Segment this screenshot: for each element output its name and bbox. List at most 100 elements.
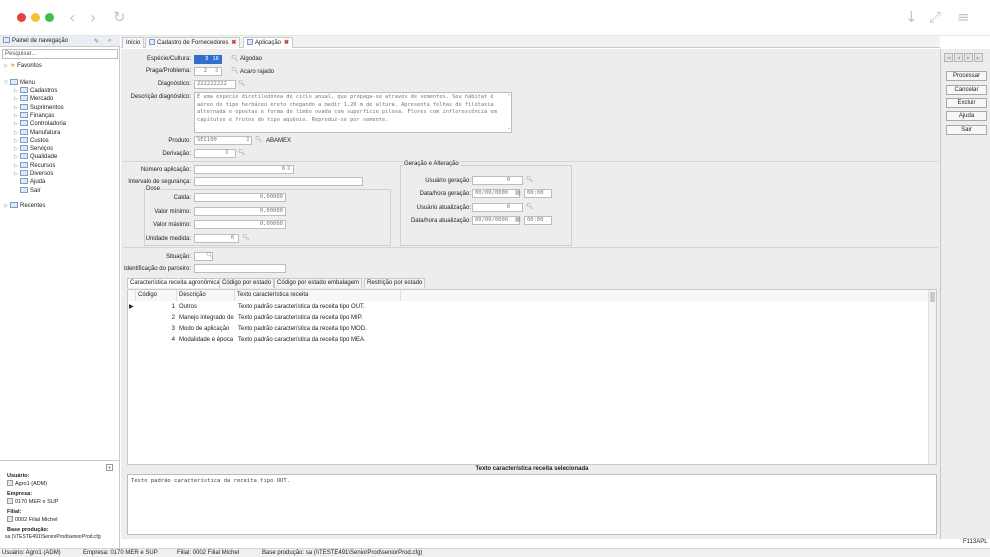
usuario-geracao-input[interactable]: 0 [472,176,523,185]
search-icon[interactable]: 🔍︎ [526,176,534,183]
close-tab-icon[interactable]: ✖ [284,40,289,46]
grid-scrollbar[interactable] [928,290,936,464]
subtab-restricao-estado[interactable]: Restrição por estado [364,278,426,288]
search-icon[interactable]: 🔍︎ [526,203,534,210]
sidebar-item-recursos[interactable]: ▷ Recursos [14,161,55,170]
column-header-descricao[interactable]: Descrição [177,290,235,301]
ajuda-button[interactable]: Ajuda [946,111,987,121]
subtab-codigo-estado-embalagem[interactable]: Código por estado embalagem [274,278,363,288]
cell-texto: Texto padrão característica da receita t… [238,337,366,343]
hamburger-menu-icon[interactable]: ≡ [957,8,970,26]
last-record-icon[interactable]: ▶| [974,53,983,62]
forward-icon[interactable]: › [90,8,96,27]
processar-button[interactable]: Processar [946,71,987,81]
table-row[interactable]: 2 Manejo integrado de Texto padrão caracte… [128,313,401,324]
spinner-icon[interactable]: ⇕ [204,55,209,62]
table-row[interactable]: 3 Modo de aplicação Texto padrão caracterí… [128,324,401,335]
tab-inicio[interactable]: Início [122,37,145,48]
wrench-icon[interactable]: ✎ [94,36,99,47]
search-icon[interactable]: 🔍︎ [206,252,214,259]
search-icon[interactable]: 🔍︎ [238,149,246,156]
calendar-icon[interactable]: ▦ [515,189,521,196]
table-row[interactable]: 4 Modalidade e época Texto padrão caracter… [128,335,401,346]
spinner-icon[interactable]: ⇕ [286,165,291,172]
cancelar-button[interactable]: Cancelar [946,85,987,95]
sidebar-item-custos[interactable]: ▷ Custos [14,136,49,145]
data-geracao-input[interactable]: 00/00/0000 [472,189,520,198]
collapse-footer-icon[interactable]: ▼ [106,464,113,471]
subtab-caracteristica[interactable]: Característica receita agronômica [127,278,223,288]
sidebar-item-financas[interactable]: ▷ Finanças [14,111,54,120]
sidebar-item-qualidade[interactable]: ▷ Qualidade [14,153,57,161]
intervalo-input[interactable] [194,177,363,186]
identificacao-parceiro-input[interactable] [194,264,286,273]
unidade-medida-input[interactable]: 0 [194,234,239,243]
maximize-window-button[interactable] [45,13,54,22]
next-record-icon[interactable]: ▶ [964,53,973,62]
calendar-icon[interactable]: ▦ [515,216,521,223]
close-window-button[interactable] [17,13,26,22]
cell-texto: Texto padrão característica da receita t… [238,326,367,332]
search-icon[interactable]: 🔍︎ [242,234,250,241]
search-icon[interactable]: 🔍︎ [255,136,263,143]
separator [123,161,938,162]
search-icon[interactable]: 🔍︎ [231,67,239,74]
scroll-up-icon[interactable]: ⌃ [507,94,511,100]
spinner-icon[interactable]: ⇕ [224,149,229,156]
usuario-atualizacao-input[interactable]: 0 [472,203,523,212]
valor-minimo-input[interactable]: 0,00000 [194,207,286,216]
tree-recent[interactable]: ▷ Recentes [4,202,45,210]
back-icon[interactable]: ‹ [69,8,75,27]
data-atualizacao-input[interactable]: 00/00/0000 [472,216,520,225]
scroll-down-icon[interactable]: ⌄ [507,125,511,131]
fullscreen-icon[interactable]: ⤢ [929,8,941,26]
download-icon[interactable]: ↓ [905,8,918,26]
search-icon[interactable]: 🔍︎ [231,55,239,62]
especie-desc: Algodao [240,56,263,62]
spinner-icon[interactable]: ⇕ [245,136,250,143]
selected-text-area[interactable]: Texto padrão característica da receita t… [127,474,937,535]
sidebar-item-controladoria[interactable]: ▷ Controladoria [14,120,66,128]
diagnostico-input[interactable]: 222222222 [194,80,236,89]
form-icon [247,39,253,45]
collapse-panel-icon[interactable]: « [108,36,111,47]
column-header-codigo[interactable]: Código [136,290,177,301]
folder-icon [20,161,28,168]
close-tab-icon[interactable]: ✖ [231,40,236,46]
tab-aplicacao[interactable]: Aplicação ✖ [243,37,294,48]
search-icon[interactable]: 🔍︎ [238,80,246,87]
produto-input[interactable]: SEC100 [194,136,252,145]
minimize-window-button[interactable] [31,13,40,22]
descricao-textarea[interactable]: É uma espécie dicotiledônea de ciclo anu… [194,92,512,133]
previous-record-icon[interactable]: ◀ [954,53,963,62]
numero-aplicacao-input[interactable]: 0 [194,165,294,174]
hora-geracao-input[interactable]: 00:00 [524,189,552,198]
table-row[interactable]: ▶ 1 Outros Texto padrão característica da r… [128,302,401,313]
tree-favorites[interactable]: ▷ ★ Favoritos [4,62,42,70]
first-record-icon[interactable]: |◀ [944,53,953,62]
sidebar-item-diversos[interactable]: ▷ Diversos [14,170,53,178]
sidebar-item-mercado[interactable]: ▷ Mercado [14,95,53,103]
sidebar-item-suprimentos[interactable]: ▷ Suprimentos [14,103,64,112]
subtab-codigo-estado[interactable]: Código por estado [219,278,275,288]
tree-menu[interactable]: ▽ Menu [4,79,35,87]
reload-icon[interactable]: ↻ [113,8,126,26]
sidebar-item-sair[interactable]: Sair [14,186,41,195]
sidebar-item-manufatura[interactable]: ▷ Manufatura [14,128,60,137]
sair-button[interactable]: Sair [946,125,987,135]
derivacao-input[interactable] [194,149,236,158]
excluir-button[interactable]: Excluir [946,98,987,108]
column-header-texto[interactable]: Texto característica receita [235,290,401,301]
tab-cadastro-fornecedores[interactable]: Cadastro de Fornecedores ✖ [145,37,241,48]
sidebar-item-servicos[interactable]: ▷ Serviços [14,145,53,153]
navigation-search-input[interactable]: Pesquisar... [2,49,118,59]
spinner-icon[interactable]: ⇕ [214,67,219,74]
hora-atualizacao-input[interactable]: 00:00 [524,216,552,225]
calda-input[interactable]: 0,00000 [194,193,286,202]
sidebar-item-cadastros[interactable]: ▷ Cadastros [14,87,57,95]
scrollbar-thumb[interactable] [930,292,935,302]
sidebar-item-ajuda[interactable]: Ajuda [14,178,45,186]
sidebar-item-label: Serviços [30,146,54,153]
cell-descricao: Outros [179,304,198,310]
valor-maximo-input[interactable]: 0,00000 [194,220,286,229]
